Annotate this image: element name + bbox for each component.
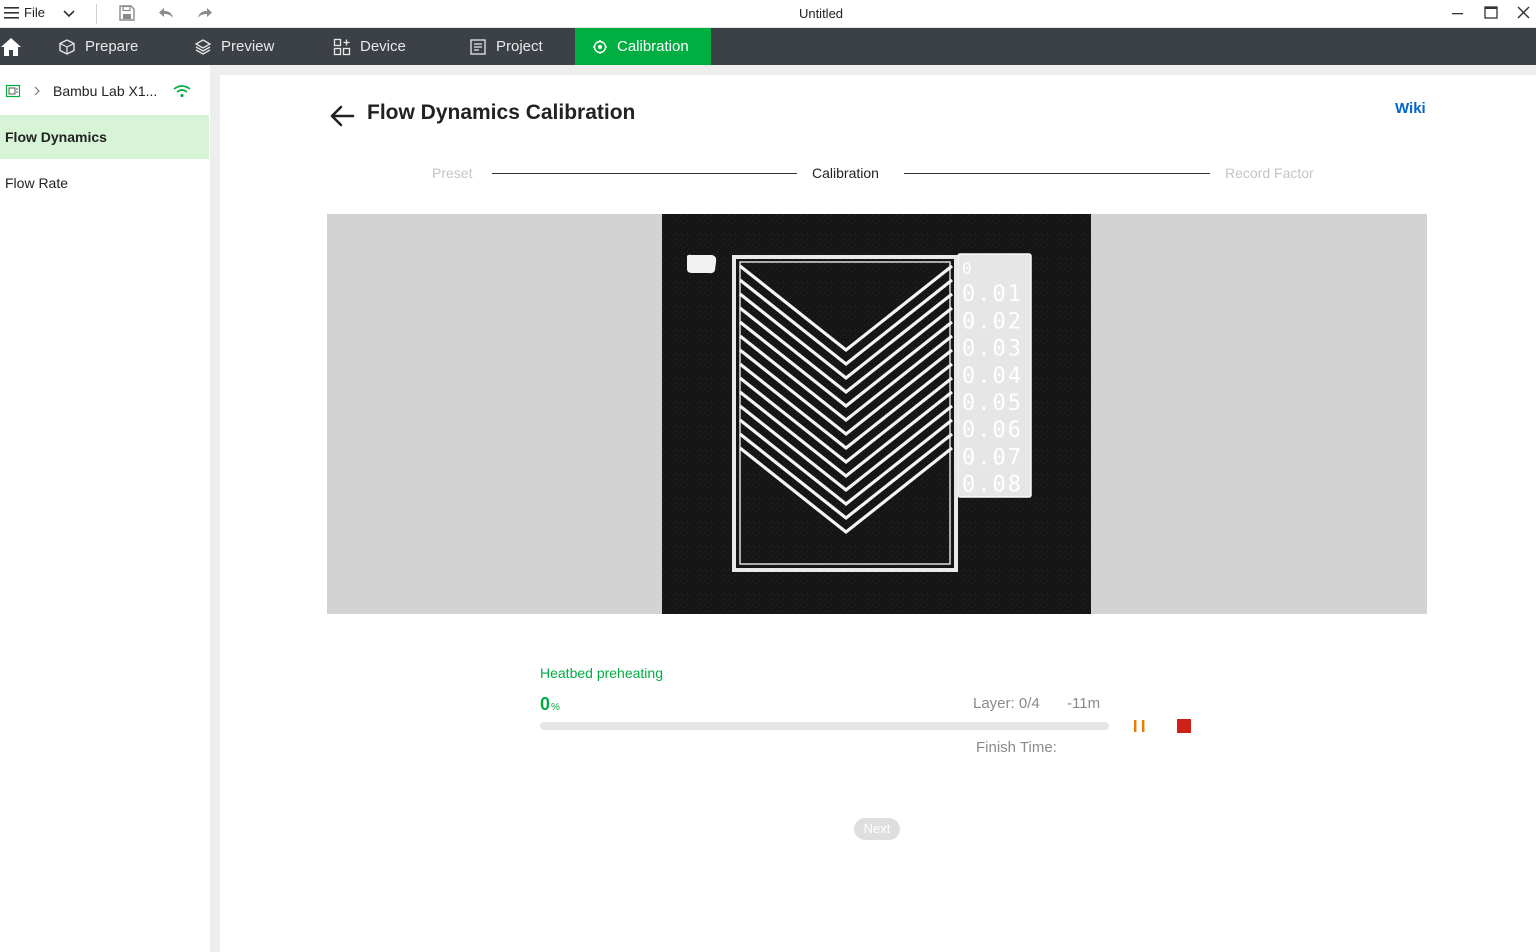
print-label-text: 0.06 [962,418,1023,443]
back-arrow-icon[interactable] [328,102,356,130]
calibration-icon [593,39,607,54]
page-title: Flow Dynamics Calibration [367,101,636,124]
device-icon [333,38,351,55]
minimize-icon[interactable] [1450,4,1466,22]
print-label-text: 0.05 [962,391,1023,416]
print-label-text: 0 [962,259,974,278]
project-icon [470,38,486,55]
save-icon[interactable] [118,4,136,22]
pause-icon[interactable] [1132,718,1148,734]
step-calibration: Calibration [812,165,879,181]
print-label-text: 0.03 [962,337,1023,362]
tab-calibration[interactable]: Calibration [575,28,711,65]
sidebar-item-label: Flow Rate [5,175,69,191]
progress-percent: 0 [540,694,551,714]
progress-percent-sign: % [551,702,560,713]
layers-icon [194,38,212,55]
print-progress-bar [540,722,1109,730]
print-status-label: Heatbed preheating [540,665,663,681]
remaining-time: -11m [1067,695,1101,712]
main-tab-bar: Prepare Preview Device Project Calibrati… [0,28,1536,65]
tab-project-label: Project [496,38,543,55]
finish-time-label: Finish Time: [976,739,1057,756]
wifi-icon [173,85,191,98]
sidebar-item-flow-dynamics[interactable]: Flow Dynamics [0,115,209,159]
step-preset: Preset [432,165,473,181]
tab-device[interactable]: Device [333,28,443,65]
cube-icon [59,38,75,55]
tab-prepare-label: Prepare [85,38,139,55]
file-menu-button[interactable]: File [4,5,45,20]
printer-name: Bambu Lab X1... [53,83,158,99]
redo-icon[interactable] [196,4,214,22]
titlebar-divider [96,4,97,24]
wiki-link[interactable]: Wiki [1395,100,1426,117]
tab-preview-label: Preview [221,38,275,55]
tab-project[interactable]: Project [469,28,579,65]
step-connector [904,173,1210,174]
chevron-right-icon [34,86,40,96]
printer-selector[interactable]: Bambu Lab X1... [5,81,191,101]
tab-device-label: Device [360,38,406,55]
printer-icon [5,84,21,98]
print-label-text: 0.02 [962,309,1023,334]
calibration-sidebar: Bambu Lab X1... Flow Dynamics Flow Rate [0,65,210,952]
window-title: Untitled [798,6,844,21]
print-label-text: 0.08 [962,473,1023,498]
close-icon[interactable] [1515,4,1531,22]
print-label-text: 0.01 [962,282,1023,307]
calibration-print-image: 0 0.010.02 0.030.040.050.060.07 0.08 [662,214,1091,614]
tab-calibration-label: Calibration [617,38,689,55]
tab-prepare[interactable]: Prepare [58,28,168,65]
undo-icon[interactable] [157,4,175,22]
print-label-text: 0.04 [962,364,1023,389]
chevron-down-icon[interactable] [62,7,76,21]
sidebar-item-flow-rate[interactable]: Flow Rate [0,161,209,205]
step-record-factor: Record Factor [1225,165,1314,181]
next-button[interactable]: Next [854,818,900,840]
hamburger-menu-icon [4,6,19,19]
print-label-text: 0.07 [962,445,1023,470]
maximize-icon[interactable] [1483,4,1499,22]
step-connector [492,173,797,174]
tab-preview[interactable]: Preview [194,28,304,65]
sidebar-item-label: Flow Dynamics [5,129,107,145]
title-bar: File Untitled [0,0,1536,28]
home-icon[interactable] [0,36,22,58]
layer-count: Layer: 0/4 [973,695,1040,712]
stop-icon[interactable] [1177,719,1191,733]
file-menu-label: File [24,5,45,20]
